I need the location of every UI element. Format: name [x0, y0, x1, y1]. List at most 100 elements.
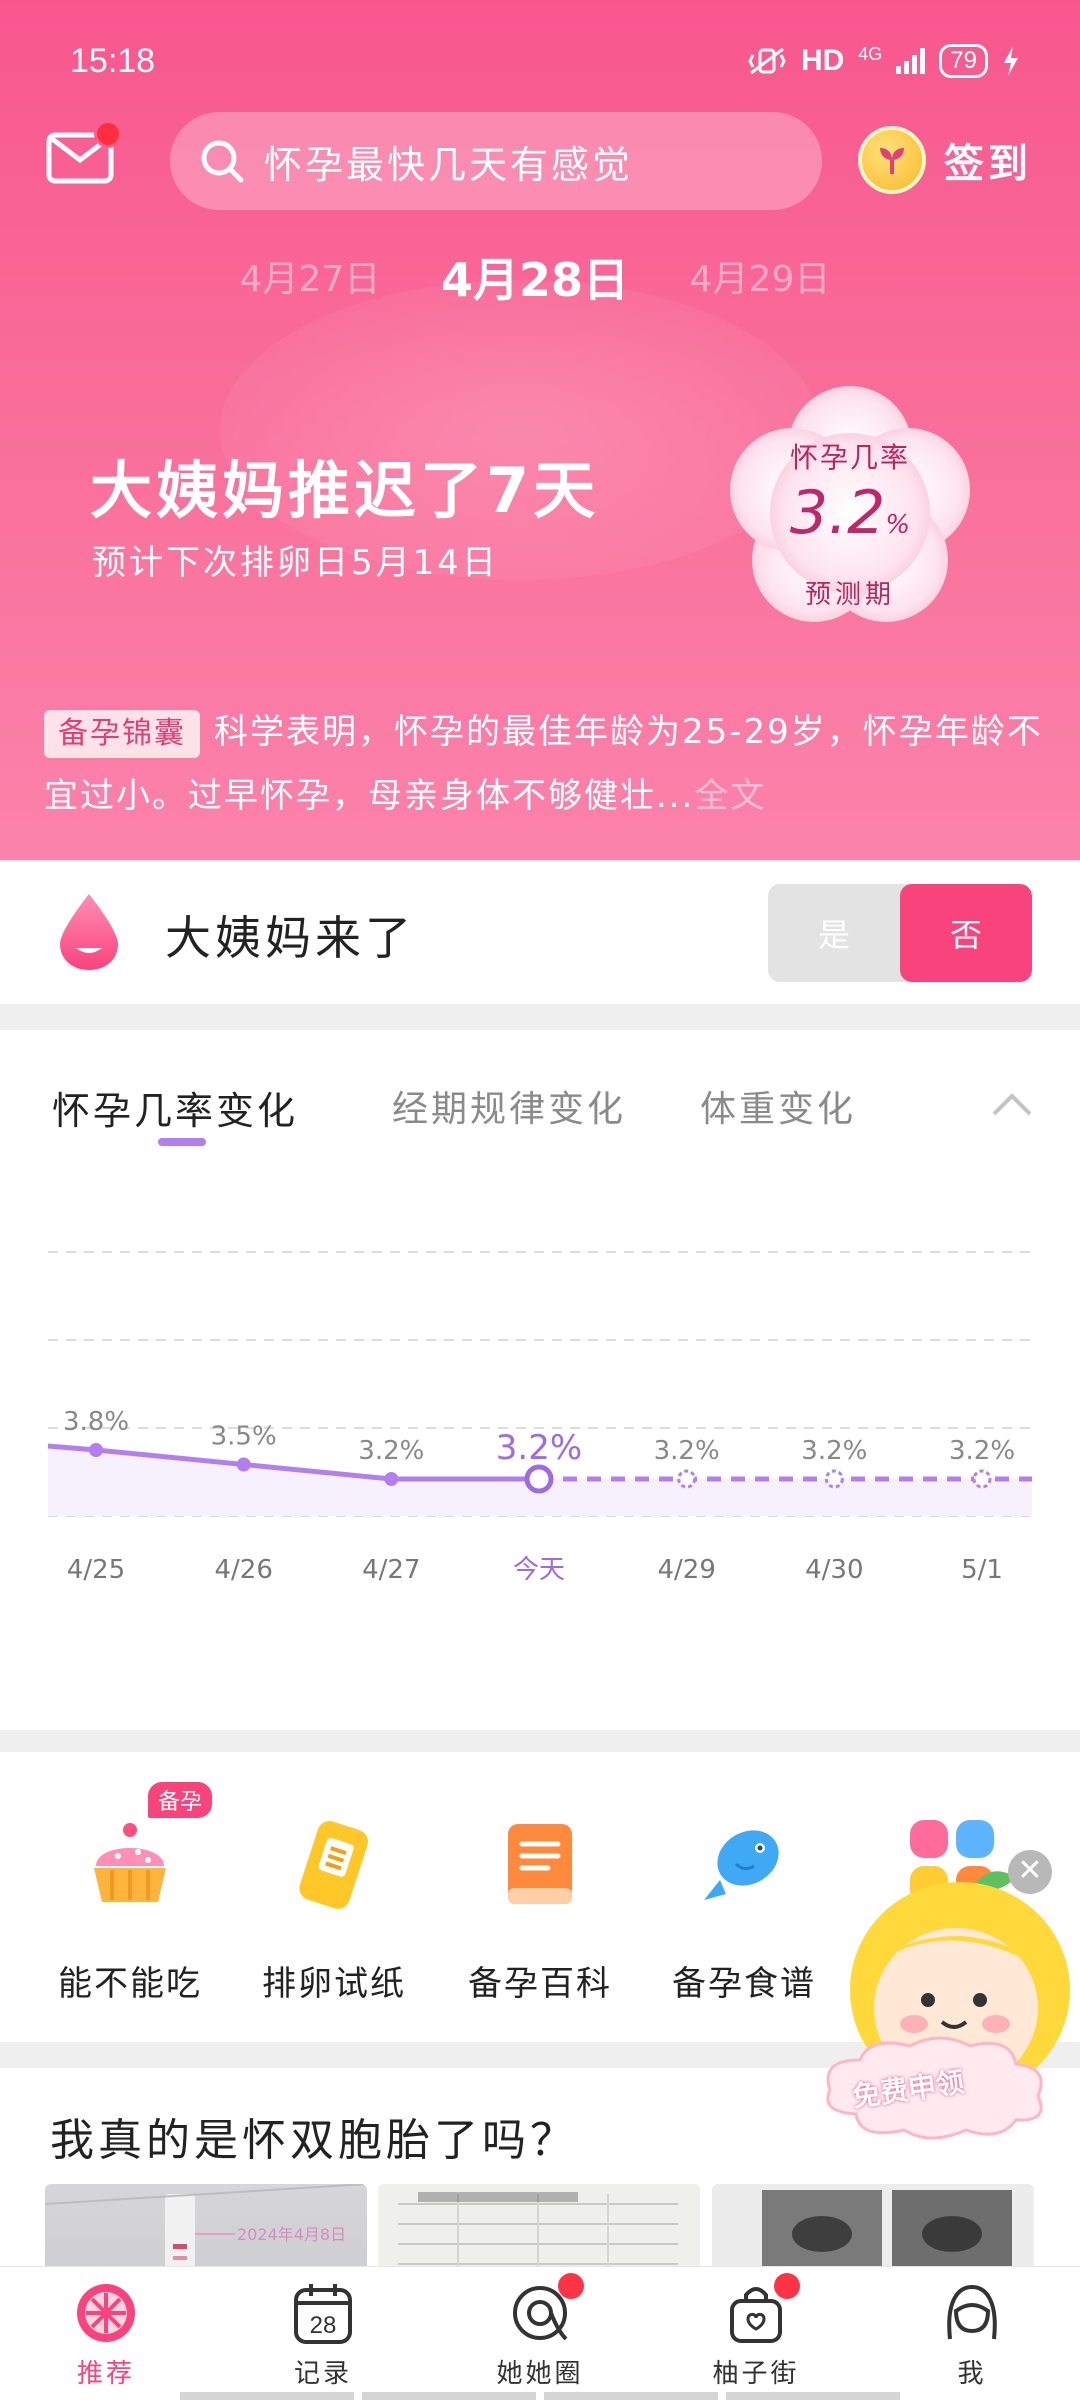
pregnancy-rate-label: 怀孕几率 [789, 441, 910, 474]
date-selector: 4月27日 4月28日 4月29日 [0, 250, 1080, 320]
tool-encyclopedia[interactable]: 备孕百科 [440, 1816, 640, 2005]
date-next[interactable]: 4月29日 [690, 250, 831, 302]
nav-record[interactable]: 28 记录 [253, 2281, 393, 2390]
nav-label: 我 [957, 2359, 987, 2389]
chart-tabs: 怀孕几率变化 经期规律变化 体重变化 [0, 1080, 1080, 1160]
tool-label: 备孕食谱 [672, 1964, 816, 2004]
next-ovulation-text: 预计下次排卵日5月14日 [92, 543, 499, 583]
tab-weight[interactable]: 体重变化 [700, 1080, 856, 1132]
checkin-label: 签到 [944, 141, 1032, 187]
gesture-bar [180, 2392, 900, 2400]
search-icon [201, 140, 244, 183]
signal-type-label: 4G [858, 44, 883, 64]
period-arrived-card: 大姨妈来了 是 否 [0, 862, 1080, 1004]
pregnancy-rate-chart: 3.8% 4/25 3.5% 4/26 3.2% 4/27 3.2% 今天 3.2% 4/29 3.… [47, 1251, 1032, 1585]
sprout-coin-icon [858, 126, 926, 194]
cycle-phase-label: 预测期 [804, 580, 895, 610]
network-hd-label: HD [800, 44, 845, 77]
tab-pregnancy-rate[interactable]: 怀孕几率变化 [52, 1080, 298, 1135]
checkin-button[interactable]: 签到 [858, 126, 1032, 194]
tips-more-link[interactable]: 全文 [694, 776, 766, 816]
status-icons: HD 4G 79 [747, 44, 1020, 78]
chart-data-label: 3.2% [654, 1436, 720, 1466]
cupcake-icon: 备孕 [82, 1782, 213, 1912]
chart-point-today [524, 1464, 554, 1494]
fish-icon [696, 1816, 792, 1912]
tool-can-i-eat[interactable]: 备孕 能不能吃 [30, 1782, 230, 2005]
chart-x-tick-label: 4/29 [657, 1555, 715, 1585]
tool-recipes[interactable]: 备孕食谱 [644, 1816, 844, 2005]
nav-label: 柚子街 [712, 2359, 800, 2389]
test-strip-icon [286, 1816, 382, 1912]
chart-point [89, 1443, 103, 1457]
chart-data-label: 3.2% [496, 1428, 582, 1468]
chart-point-projected [677, 1469, 697, 1489]
chart-x-tick-label: 4/25 [67, 1555, 125, 1585]
nav-community[interactable]: 她她圈 [470, 2273, 610, 2390]
date-current[interactable]: 4月28日 [441, 244, 629, 310]
status-time: 15:18 [70, 42, 156, 80]
status-bar: 15:18 HD 4G 79 [0, 0, 1080, 130]
chart-x-tick-label: 4/30 [805, 1555, 863, 1585]
mute-vibrate-icon [748, 47, 786, 75]
search-placeholder: 怀孕最快几天有感觉 [264, 142, 634, 187]
tips-tag: 备孕锦囊 [44, 710, 200, 758]
chat-bubble-icon [508, 2273, 584, 2345]
period-yes-button[interactable]: 是 [768, 884, 900, 982]
book-icon [492, 1816, 588, 1912]
chart-x-tick-label: 今天 [513, 1555, 565, 1585]
chart-data-label: 3.2% [801, 1436, 867, 1466]
calendar-icon: 28 [291, 2281, 355, 2345]
nav-label: 她她圈 [496, 2359, 584, 2389]
chart-point-projected [972, 1469, 992, 1489]
chart-data-label: 3.2% [949, 1436, 1015, 1466]
tool-label: 排卵试纸 [262, 1964, 406, 2004]
nav-notification-dot [774, 2273, 800, 2299]
chart-point-projected [824, 1469, 844, 1489]
period-toggle: 是 否 [768, 884, 1032, 982]
chart-x-tick-label: 4/27 [362, 1555, 420, 1585]
charging-icon [1004, 46, 1018, 76]
pregnancy-rate-value: 3.2% [789, 478, 911, 548]
article-title: 我真的是怀双胞胎了吗？ [50, 2115, 578, 2166]
mail-notification-dot [94, 120, 122, 148]
search-bar[interactable]: 怀孕最快几天有感觉 [170, 112, 822, 210]
hero-banner: 15:18 HD 4G 79 怀孕最快几天有感觉 签到 4月27日 4月28日 … [0, 0, 1080, 860]
tab-cycle-regularity[interactable]: 经期规律变化 [392, 1080, 626, 1132]
period-question: 大姨妈来了 [165, 911, 415, 965]
period-no-button[interactable]: 否 [900, 884, 1032, 982]
nav-label: 推荐 [76, 2359, 135, 2389]
mail-button[interactable] [46, 120, 122, 184]
tab-active-indicator [158, 1138, 206, 1146]
date-prev[interactable]: 4月27日 [240, 250, 381, 302]
tool-badge: 备孕 [148, 1782, 213, 1818]
chart-data-label: 3.2% [358, 1436, 424, 1466]
blood-drop-icon [60, 894, 118, 970]
chevron-up-icon[interactable] [990, 1088, 1034, 1118]
chart-x-tick-label: 4/26 [214, 1555, 272, 1585]
shopping-bag-icon [724, 2273, 800, 2345]
period-delay-title: 大姨妈推迟了7天 [90, 454, 600, 527]
chart-point [236, 1457, 251, 1472]
nav-notification-dot [558, 2273, 584, 2299]
nav-label: 记录 [293, 2359, 352, 2389]
tool-label: 备孕百科 [468, 1964, 612, 2004]
nav-shop[interactable]: 柚子街 [686, 2273, 826, 2390]
chart-x-tick-label: 5/1 [961, 1555, 1003, 1585]
chart-point [384, 1472, 399, 1486]
grapefruit-icon [74, 2281, 138, 2345]
article-thumb-caption: 2024年4月8日 [237, 2225, 346, 2244]
signal-icon [896, 48, 926, 74]
profile-icon [940, 2281, 1004, 2345]
tool-ovulation-test[interactable]: 排卵试纸 [234, 1816, 434, 2005]
tips-banner[interactable]: 备孕锦囊 科学表明，怀孕的最佳年龄为25-29岁，怀孕年龄不宜过小。过早怀孕，母亲… [44, 700, 1044, 828]
tool-label: 能不能吃 [58, 1964, 202, 2004]
close-icon[interactable]: ✕ [1008, 1850, 1052, 1894]
chart-data-label: 3.5% [211, 1422, 277, 1452]
nav-recommend[interactable]: 推荐 [36, 2281, 176, 2390]
chart-data-label: 3.8% [63, 1407, 129, 1437]
bottom-nav: 推荐 28 记录 她她圈 柚子街 我 [0, 2266, 1080, 2400]
nav-me[interactable]: 我 [902, 2281, 1042, 2390]
battery-level: 79 [939, 44, 988, 78]
pregnancy-rate-flower[interactable]: 怀孕几率 3.2% 预测期 [720, 378, 980, 638]
